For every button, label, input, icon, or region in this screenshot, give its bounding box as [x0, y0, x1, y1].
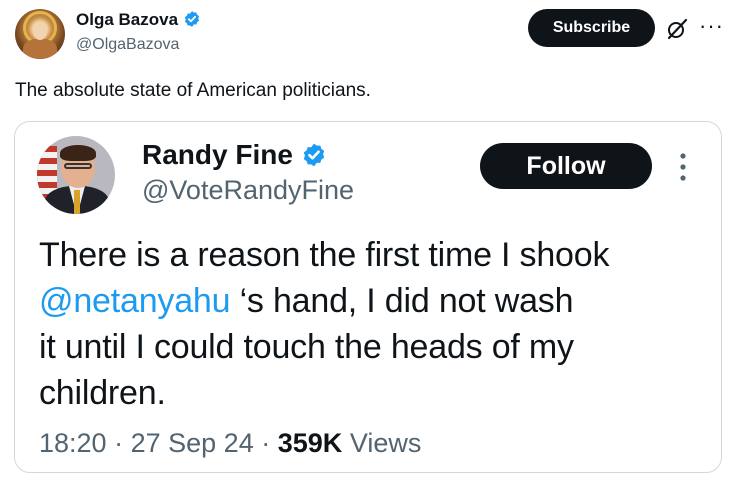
post-text: The absolute state of American politicia…: [15, 80, 371, 101]
quoted-text-line-3: it until I could touch the heads of my: [39, 328, 574, 366]
outer-author-handle[interactable]: @OlgaBazova: [76, 35, 179, 55]
quoted-text-line-2: @netanyahu ‘s hand, I did not wash: [39, 278, 699, 324]
mention-link[interactable]: @netanyahu: [39, 282, 231, 320]
meta-separator: ·: [114, 428, 124, 458]
views-count: 359K: [277, 428, 343, 458]
post-time[interactable]: 18:20: [39, 428, 107, 458]
grok-icon[interactable]: [666, 18, 688, 40]
quoted-author-name-text[interactable]: Randy Fine: [142, 139, 293, 170]
views-label: Views: [349, 428, 422, 458]
outer-author-name[interactable]: Olga Bazova: [76, 9, 201, 33]
verified-badge-icon: [301, 142, 327, 176]
verified-badge-icon: [183, 10, 201, 33]
subscribe-button[interactable]: Subscribe: [528, 9, 655, 47]
kebab-menu-icon[interactable]: [679, 151, 687, 183]
quoted-text-line-4: children.: [39, 374, 166, 412]
meta-separator: ·: [261, 428, 271, 458]
quoted-text-line-1: There is a reason the first time I shook: [39, 236, 610, 274]
outer-author-name-text[interactable]: Olga Bazova: [76, 10, 178, 29]
outer-author-avatar[interactable]: [15, 9, 65, 59]
more-options-icon[interactable]: ···: [699, 15, 724, 37]
quoted-text-line-2-rest: ‘s hand, I did not wash: [230, 282, 574, 320]
quoted-author-name[interactable]: Randy Fine: [142, 138, 327, 176]
quoted-author-handle[interactable]: @VoteRandyFine: [142, 174, 354, 206]
quoted-author-avatar[interactable]: [37, 136, 115, 214]
post-meta: 18:20 · 27 Sep 24 · 359K Views: [39, 426, 421, 460]
post-date[interactable]: 27 Sep 24: [131, 428, 254, 458]
quoted-post-text: There is a reason the first time I shook…: [39, 232, 699, 416]
follow-button[interactable]: Follow: [480, 143, 652, 189]
